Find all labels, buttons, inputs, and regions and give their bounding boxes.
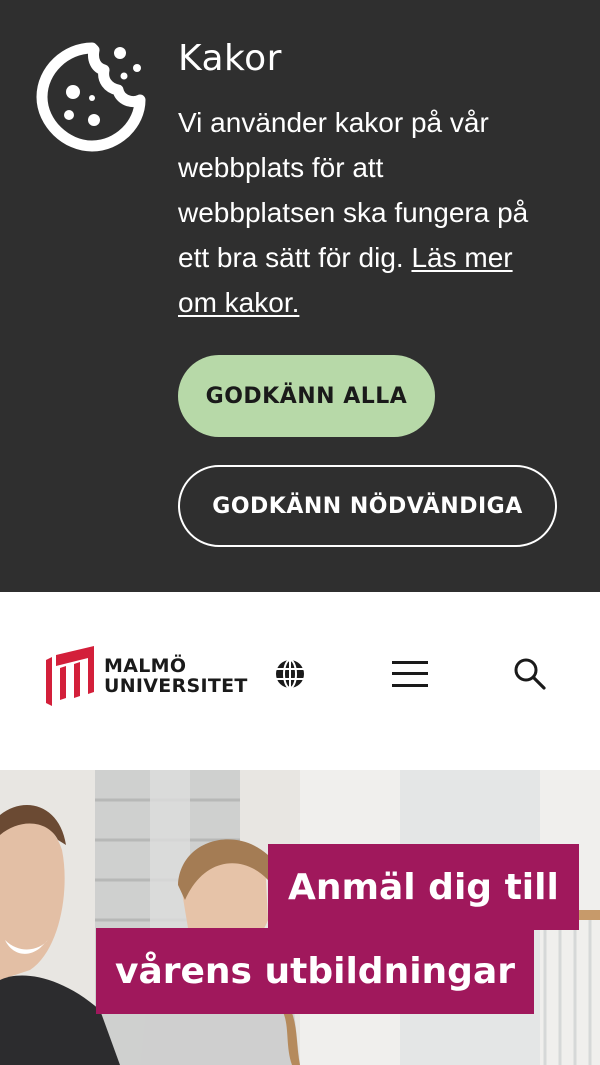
cookie-text: Vi använder kakor på vår webbplats för a… [178,100,548,325]
language-button[interactable] [270,654,310,694]
hamburger-menu-icon [392,661,428,687]
logo-text: MALMÖ UNIVERSITET [104,656,248,696]
search-icon [514,658,546,690]
accept-necessary-button[interactable]: GODKÄNN NÖDVÄNDIGA [178,465,557,547]
logo-line-1: MALMÖ [104,655,187,677]
accept-all-button[interactable]: GODKÄNN ALLA [178,355,435,437]
hero-headline-line-2: vårens utbildningar [96,928,534,1014]
hero-banner[interactable]: Anmäl dig till vårens utbildningar [0,770,600,1065]
menu-button[interactable] [390,654,430,694]
cookie-icon [36,42,146,152]
cookie-title: Kakor [178,38,282,79]
malmo-university-logo[interactable]: MALMÖ UNIVERSITET [46,646,248,706]
cookie-banner: Kakor Vi använder kakor på vår webbplats… [0,0,600,592]
search-button[interactable] [510,654,550,694]
logo-mark-icon [46,646,94,706]
logo-line-2: UNIVERSITET [104,675,248,697]
globe-icon [276,659,304,689]
hero-headline-line-1: Anmäl dig till [268,844,579,930]
